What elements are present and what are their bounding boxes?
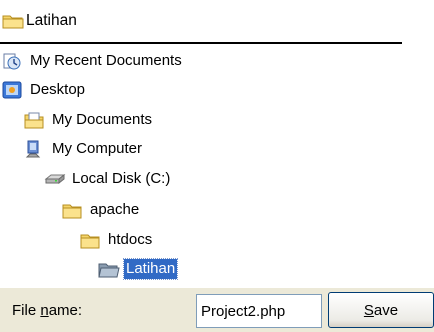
recent-documents-icon <box>2 52 22 70</box>
tree-item-label: htdocs <box>108 231 153 248</box>
tree-item-recent-documents[interactable]: My Recent Documents <box>2 50 184 72</box>
tree-item-latihan[interactable]: Latihan <box>98 258 179 280</box>
my-documents-icon <box>24 111 44 129</box>
tree-item-label: My Recent Documents <box>30 52 182 69</box>
file-name-input[interactable] <box>196 294 322 328</box>
tree-item-label: apache <box>90 201 140 218</box>
local-disk-icon <box>44 170 66 188</box>
tree-item-htdocs[interactable]: htdocs <box>80 229 154 251</box>
folder-icon <box>80 231 100 249</box>
look-in-combo[interactable]: Latihan <box>0 0 434 46</box>
current-folder-label: Latihan <box>26 12 77 29</box>
tree-item-my-computer[interactable]: My Computer <box>24 138 144 160</box>
tree-item-label: Latihan <box>122 258 179 280</box>
save-button[interactable]: Save <box>328 292 434 328</box>
tree-item-local-disk[interactable]: Local Disk (C:) <box>44 168 172 190</box>
tree-item-label: My Computer <box>52 140 143 157</box>
folder-icon <box>62 201 82 219</box>
tree-item-my-documents[interactable]: My Documents <box>24 109 154 131</box>
folder-tree[interactable]: My Recent Documents Desktop My Documents <box>0 48 434 286</box>
desktop-icon <box>2 81 22 99</box>
folder-open-icon <box>98 260 120 278</box>
tree-item-label: Desktop <box>30 81 86 98</box>
file-name-bar: File name: Save <box>0 288 434 332</box>
combo-divider <box>0 42 402 44</box>
file-name-label: File name: <box>12 302 83 319</box>
tree-item-desktop[interactable]: Desktop <box>2 79 87 101</box>
tree-item-label: My Documents <box>52 111 153 128</box>
tree-item-label: Local Disk (C:) <box>72 170 171 187</box>
tree-item-apache[interactable]: apache <box>62 199 141 221</box>
my-computer-icon <box>24 140 44 158</box>
folder-icon <box>2 12 24 30</box>
